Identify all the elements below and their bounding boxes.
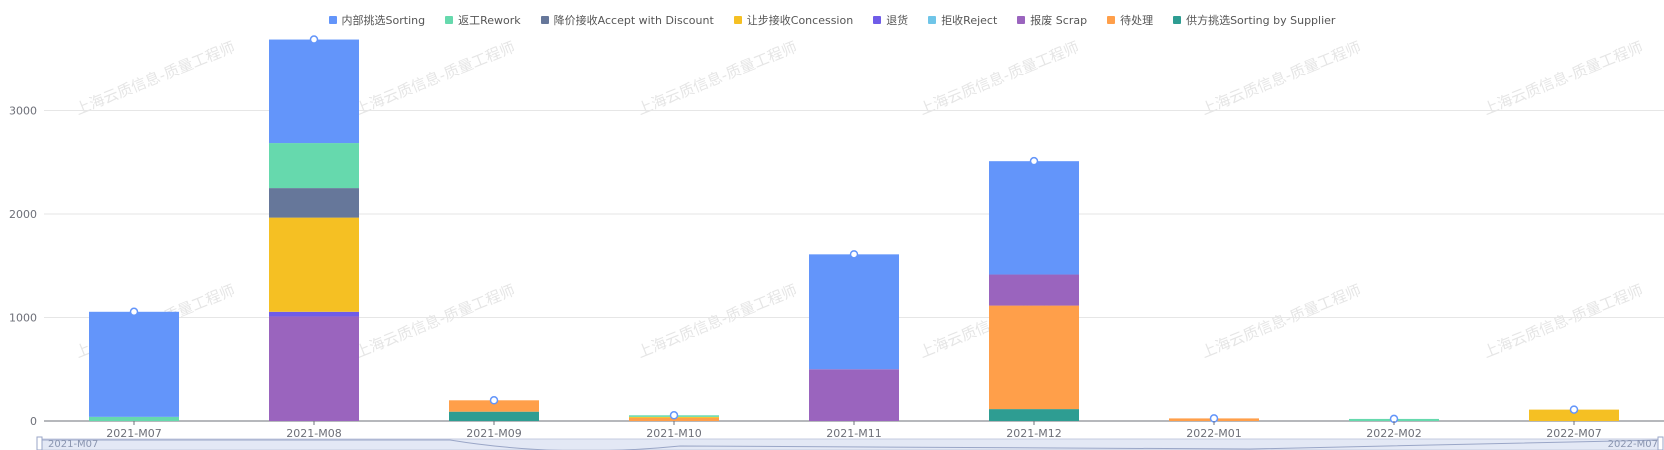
- bar-segment: [269, 311, 359, 317]
- slider-end-label: 2022-M07: [1607, 439, 1658, 450]
- bar-segment: [989, 409, 1079, 421]
- zoom-slider-track[interactable]: [39, 438, 1663, 450]
- total-point: [129, 307, 139, 317]
- x-tick-label: 2021-M07: [106, 427, 161, 440]
- slider-start-label: 2021-M07: [48, 439, 99, 450]
- total-point: [1029, 156, 1039, 166]
- y-tick-label: 3000: [9, 104, 37, 117]
- bar-segment: [989, 161, 1079, 275]
- bar-segment: [89, 311, 179, 417]
- bar-segment: [269, 39, 359, 144]
- x-tick-label: 2022-M02: [1366, 427, 1421, 440]
- total-point: [309, 35, 319, 44]
- total-point: [1569, 405, 1579, 414]
- x-tick-label: 2022-M07: [1546, 427, 1601, 440]
- bar-segment: [809, 369, 899, 421]
- x-tick-label: 2021-M11: [826, 427, 881, 440]
- bar-segment: [809, 254, 899, 370]
- bar-segment: [269, 217, 359, 312]
- bar-segment: [269, 143, 359, 189]
- bar-segment: [449, 411, 539, 421]
- zoom-slider-start-handle[interactable]: [36, 436, 43, 450]
- total-point: [1209, 414, 1219, 423]
- y-tick-label: 2000: [9, 208, 37, 221]
- x-tick-label: 2022-M01: [1186, 427, 1241, 440]
- bar-segment: [269, 316, 359, 421]
- y-tick-label: 1000: [9, 311, 37, 324]
- zoom-slider-end-handle[interactable]: [1657, 436, 1664, 450]
- bar-segment: [989, 305, 1079, 410]
- total-point: [849, 250, 859, 259]
- x-tick-label: 2021-M08: [286, 427, 341, 440]
- bar-segment: [269, 188, 359, 218]
- x-tick-label: 2021-M10: [646, 427, 701, 440]
- y-tick-label: 0: [30, 415, 37, 428]
- bar-segment: [989, 274, 1079, 306]
- stacked-bar-chart: 0 1000 2000 3000 2021-M07 2021-M08 2021-M09 202…: [9, 35, 1664, 450]
- x-tick-label: 2021-M12: [1006, 427, 1061, 440]
- x-tick-label: 2021-M09: [466, 427, 521, 440]
- bar-segment: [89, 416, 179, 421]
- total-point: [669, 411, 679, 420]
- total-point: [489, 396, 499, 405]
